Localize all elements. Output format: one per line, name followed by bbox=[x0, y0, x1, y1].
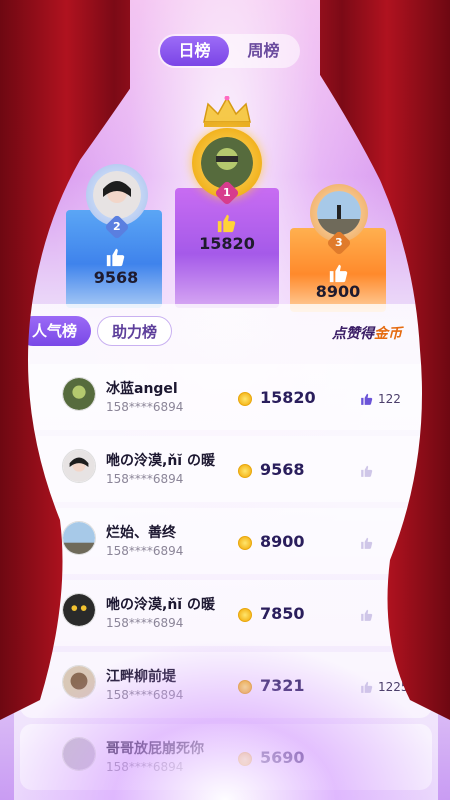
coin-icon bbox=[238, 536, 252, 550]
row-name: 哥哥放屁崩死你 bbox=[106, 741, 204, 757]
crown-icon bbox=[203, 96, 251, 127]
coin-icon bbox=[238, 608, 252, 622]
avatar bbox=[62, 737, 96, 771]
thumbs-up-icon bbox=[217, 214, 236, 233]
row-phone: 158****6894 bbox=[106, 760, 184, 774]
tab-daily[interactable]: 日榜 bbox=[160, 36, 229, 66]
row-score: 7850 bbox=[260, 604, 305, 623]
row-score: 7321 bbox=[260, 676, 305, 695]
period-tabs: 日榜 周榜 bbox=[158, 34, 300, 68]
row-score: 5690 bbox=[260, 748, 305, 767]
coin-icon bbox=[238, 752, 252, 766]
row-score: 8900 bbox=[260, 532, 305, 551]
left-curtain bbox=[0, 0, 130, 720]
row-score: 15820 bbox=[260, 388, 316, 407]
tab-weekly[interactable]: 周榜 bbox=[229, 36, 298, 66]
podium-first-score: 15820 bbox=[199, 234, 255, 253]
coin-icon bbox=[238, 680, 252, 694]
row-score: 9568 bbox=[260, 460, 305, 479]
coin-icon bbox=[238, 392, 252, 406]
coin-icon bbox=[238, 464, 252, 478]
right-curtain bbox=[320, 0, 450, 720]
list-item[interactable]: 哥哥放屁崩死你 158****6894 5690 bbox=[20, 724, 432, 790]
